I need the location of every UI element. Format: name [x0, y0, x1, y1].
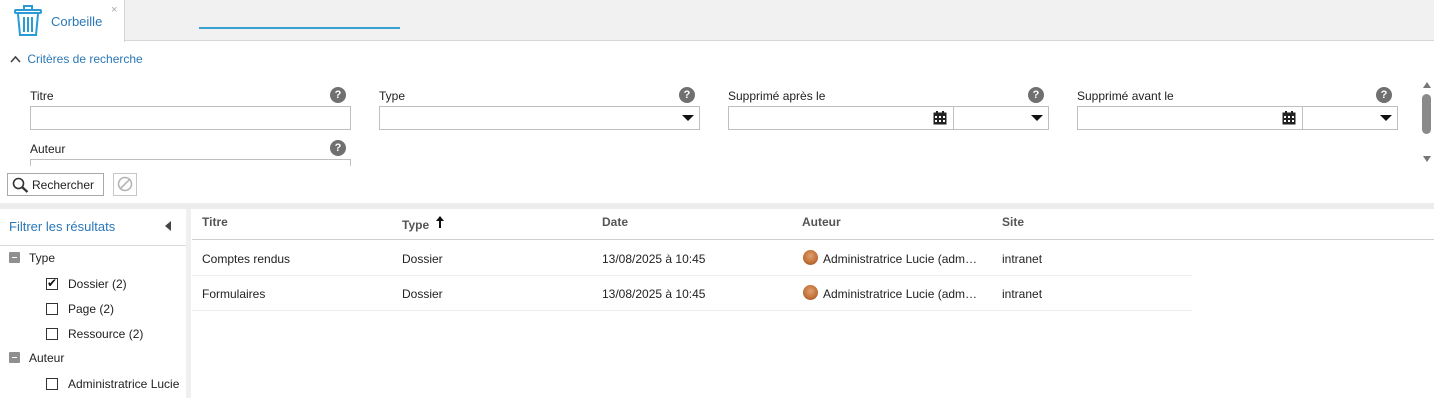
- type-select[interactable]: [379, 106, 700, 130]
- filter-group-label: Auteur: [29, 351, 65, 365]
- sort-ascending-icon: [435, 215, 445, 232]
- column-header-auteur[interactable]: Auteur: [802, 215, 841, 229]
- auteur-input[interactable]: [30, 159, 351, 166]
- field-divider: [1302, 107, 1303, 129]
- collapse-icon[interactable]: [9, 252, 20, 263]
- ban-icon: [117, 176, 133, 195]
- filter-option-label: Dossier (2): [68, 277, 127, 291]
- cell-type: Dossier: [402, 252, 443, 266]
- filter-title: Filtrer les résultats: [9, 219, 116, 234]
- chevron-down-icon[interactable]: [1031, 115, 1043, 121]
- avatar: [803, 250, 818, 265]
- calendar-icon[interactable]: [1282, 111, 1296, 128]
- checkbox[interactable]: [46, 378, 58, 390]
- tab-bar: Corbeille ×: [0, 0, 1434, 42]
- chevron-down-icon: [682, 115, 694, 121]
- cell-auteur: Administratrice Lucie (adm…: [823, 252, 978, 266]
- filter-group-type[interactable]: Type: [9, 251, 55, 265]
- help-icon[interactable]: ?: [330, 87, 346, 103]
- search-criteria-title: Critères de recherche: [27, 52, 143, 66]
- scroll-up-arrow[interactable]: [1423, 82, 1431, 88]
- field-divider: [953, 107, 954, 129]
- column-header-label: Type: [402, 218, 430, 232]
- supprime-avant-label: Supprimé avant le: [1077, 89, 1174, 103]
- filter-option-page[interactable]: Page (2): [46, 302, 114, 316]
- supprime-apres-field[interactable]: [728, 106, 1049, 130]
- grid-header: Titre Type Date Auteur Site: [192, 209, 1434, 240]
- scroll-down-arrow[interactable]: [1423, 156, 1431, 162]
- titre-input[interactable]: [30, 106, 351, 130]
- filter-option-label: Administratrice Lucie: [68, 377, 180, 391]
- chevron-up-icon: [10, 52, 24, 66]
- trash-icon: [14, 5, 42, 40]
- sort-indicator: [199, 27, 400, 29]
- supprime-avant-field[interactable]: [1077, 106, 1398, 130]
- filter-option-ressource[interactable]: Ressource (2): [46, 327, 143, 341]
- search-criteria-toggle[interactable]: Critères de recherche: [10, 52, 143, 66]
- close-icon[interactable]: ×: [111, 4, 117, 16]
- search-button[interactable]: Rechercher: [7, 173, 104, 196]
- cell-type: Dossier: [402, 287, 443, 301]
- cell-auteur: Administratrice Lucie (adm…: [823, 287, 978, 301]
- cell-site: intranet: [1002, 287, 1043, 301]
- cell-titre: Formulaires: [202, 287, 266, 301]
- checkbox-checked[interactable]: [46, 276, 58, 290]
- collapse-left-icon[interactable]: [165, 221, 171, 231]
- filter-group-auteur[interactable]: Auteur: [9, 351, 64, 365]
- column-header-titre[interactable]: Titre: [202, 215, 228, 229]
- tab-corbeille[interactable]: Corbeille ×: [0, 0, 125, 42]
- collapse-icon[interactable]: [9, 352, 20, 363]
- tab-label: Corbeille: [51, 14, 103, 29]
- search-icon: [12, 177, 29, 196]
- table-row[interactable]: Formulaires Dossier 13/08/2025 à 10:45 A…: [192, 276, 1192, 311]
- cell-site: intranet: [1002, 252, 1043, 266]
- search-button-label: Rechercher: [32, 178, 95, 192]
- filter-option-administratrice[interactable]: Administratrice Lucie: [46, 377, 179, 391]
- cell-date: 13/08/2025 à 10:45: [602, 252, 706, 266]
- checkbox[interactable]: [46, 303, 58, 315]
- help-icon[interactable]: ?: [1028, 87, 1044, 103]
- column-header-site[interactable]: Site: [1002, 215, 1024, 229]
- filter-group-label: Type: [29, 251, 56, 265]
- scrollbar-thumb[interactable]: [1422, 94, 1431, 134]
- panel-splitter[interactable]: [186, 209, 191, 398]
- column-header-type[interactable]: Type: [402, 215, 445, 232]
- calendar-icon[interactable]: [933, 111, 947, 128]
- supprime-apres-label: Supprimé après le: [728, 89, 826, 103]
- filter-option-label: Page (2): [68, 302, 115, 316]
- filter-option-dossier[interactable]: Dossier (2): [46, 276, 127, 291]
- help-icon[interactable]: ?: [1376, 87, 1392, 103]
- column-header-date[interactable]: Date: [602, 215, 628, 229]
- checkbox[interactable]: [46, 328, 58, 340]
- filter-separator: [0, 245, 186, 246]
- type-label: Type: [379, 89, 406, 103]
- titre-label: Titre: [30, 89, 54, 103]
- chevron-down-icon[interactable]: [1380, 115, 1392, 121]
- cell-titre: Comptes rendus: [202, 252, 291, 266]
- avatar: [803, 285, 818, 300]
- clear-button[interactable]: [113, 173, 137, 196]
- help-icon[interactable]: ?: [679, 87, 695, 103]
- table-row[interactable]: Comptes rendus Dossier 13/08/2025 à 10:4…: [192, 241, 1192, 276]
- cell-date: 13/08/2025 à 10:45: [602, 287, 706, 301]
- help-icon[interactable]: ?: [330, 140, 346, 156]
- filter-option-label: Ressource (2): [68, 327, 144, 341]
- auteur-label: Auteur: [30, 142, 66, 156]
